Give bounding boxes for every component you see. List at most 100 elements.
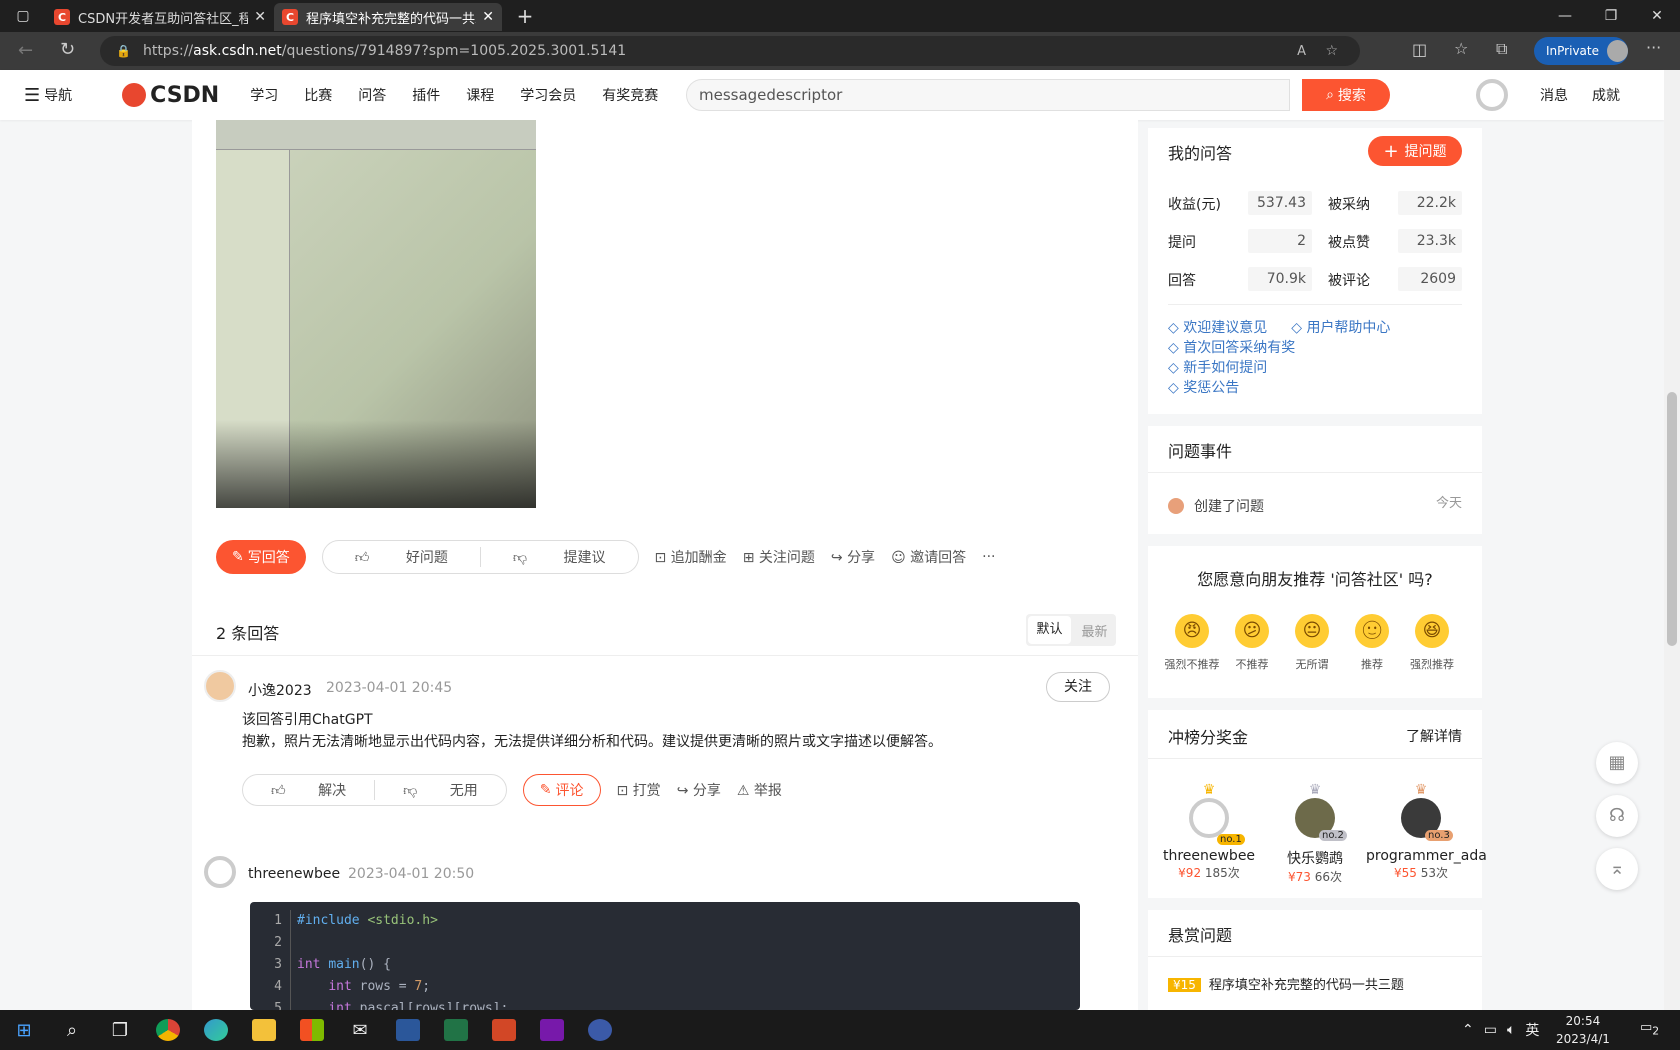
close-tab-icon[interactable]: ✕ [482, 9, 494, 25]
emotion-label: 不推荐 [1235, 658, 1269, 671]
search-icon[interactable]: ⌕ [48, 1010, 96, 1050]
onenote-icon[interactable] [528, 1010, 576, 1050]
qrcode-button[interactable]: ▦ [1596, 742, 1638, 784]
answer-user[interactable]: threenewbee [248, 866, 340, 882]
useless-button[interactable]: 👎︎ 无用 [374, 780, 506, 800]
help-link-how-to-ask[interactable]: ◇ 新手如何提问 [1168, 358, 1390, 378]
bounty-question-item[interactable]: ¥15 程序填空补充完整的代码一共三题 [1168, 974, 1404, 993]
inprivate-badge[interactable]: InPrivate [1534, 37, 1628, 65]
back-to-top-button[interactable]: ⌅ [1596, 848, 1638, 890]
write-answer-button[interactable]: ✎ 写回答 [216, 540, 306, 574]
emotion-not[interactable]: 😕︎ 不推荐 [1222, 614, 1282, 672]
report-button[interactable]: ⚠ 举报 [737, 780, 782, 800]
event-time: 今天 [1435, 496, 1462, 511]
answer-user[interactable]: 小逸2023 [248, 680, 312, 700]
excel-icon[interactable] [432, 1010, 480, 1050]
clock[interactable]: 20:54 2023/4/1 [1556, 1012, 1610, 1048]
search-button[interactable]: ⌕ 搜索 [1302, 79, 1390, 111]
close-tab-icon[interactable]: ✕ [254, 9, 266, 25]
emotion-neutral[interactable]: 😐︎ 无所谓 [1282, 614, 1342, 672]
csdn-logo[interactable]: CSDN [122, 83, 219, 108]
help-link-announce[interactable]: ◇ 奖惩公告 [1168, 378, 1390, 398]
solve-button[interactable]: 👍︎ 解决 [243, 780, 374, 800]
emotion-recommend[interactable]: 🙂︎ 推荐 [1342, 614, 1402, 672]
sort-default[interactable]: 默认 [1028, 616, 1071, 644]
search-input[interactable]: messagedescriptor [686, 79, 1290, 111]
settings-more-icon[interactable]: ··· [1646, 38, 1661, 57]
powerpoint-icon[interactable] [480, 1010, 528, 1050]
nav-link-qa[interactable]: 问答 [358, 85, 386, 105]
collections-icon[interactable]: ⧉ [1496, 39, 1507, 59]
code-block[interactable]: 1 2 3 4 5 #include <stdio.h> int main() … [250, 902, 1080, 1010]
follow-user-button[interactable]: 关注 [1046, 672, 1110, 702]
share-button[interactable]: ↪ 分享 [677, 780, 721, 800]
add-bounty-button[interactable]: ⊡ 追加酬金 [655, 547, 727, 567]
refresh-icon[interactable]: ↻ [60, 39, 75, 60]
browser-tab-1[interactable]: C CSDN开发者互助问答社区_程序员 ✕ [46, 3, 274, 31]
nav-link-learn[interactable]: 学习 [250, 85, 278, 105]
maximize-icon[interactable]: ❐ [1588, 8, 1634, 24]
question-actions: ✎ 写回答 👍︎ 好问题 👎︎ 提建议 ⊡ 追加酬金 ⊞ 关注问题 ↪ 分享 ☺ … [216, 540, 995, 574]
app-icon[interactable] [576, 1010, 624, 1050]
nav-link-vip[interactable]: 学习会员 [520, 85, 576, 105]
close-window-icon[interactable]: ✕ [1634, 8, 1680, 24]
rank-name: 快乐鹦鹉 [1287, 851, 1343, 867]
ask-question-button[interactable]: + 提问题 [1368, 136, 1462, 166]
nav-link-course[interactable]: 课程 [466, 85, 494, 105]
scrollbar-thumb[interactable] [1667, 392, 1677, 646]
comment-button[interactable]: ✎ 评论 [522, 774, 601, 806]
question-photo[interactable] [216, 120, 536, 508]
chevron-up-icon[interactable]: ⌃ [1462, 1022, 1474, 1038]
file-explorer-icon[interactable] [240, 1010, 288, 1050]
nav-link-prize[interactable]: 有奖竞赛 [602, 85, 658, 105]
sort-latest[interactable]: 最新 [1073, 621, 1116, 640]
ranking-more-link[interactable]: 了解详情 [1406, 726, 1462, 746]
nav-menu-button[interactable]: ☰ 导航 [24, 85, 72, 106]
read-aloud-icon[interactable]: A [1297, 44, 1306, 59]
avatar[interactable] [204, 856, 236, 888]
emotion-strongly-not[interactable]: 😠︎ 强烈不推荐 [1162, 614, 1222, 672]
browser-tab-2[interactable]: C 程序填空补充完整的代码一共三题 ✕ [274, 3, 502, 31]
page-scrollbar[interactable] [1664, 70, 1680, 1010]
help-link-center[interactable]: ◇ 用户帮助中心 [1291, 320, 1390, 336]
follow-question-button[interactable]: ⊞ 关注问题 [743, 547, 815, 567]
edge-icon[interactable] [192, 1010, 240, 1050]
more-actions-icon[interactable]: ··· [982, 549, 995, 565]
chrome-icon[interactable] [144, 1010, 192, 1050]
ime-indicator[interactable]: 英 [1525, 1020, 1539, 1040]
store-icon[interactable] [288, 1010, 336, 1050]
word-icon[interactable] [384, 1010, 432, 1050]
customer-service-button[interactable]: ☊ [1596, 795, 1638, 837]
user-avatar[interactable] [1476, 79, 1508, 111]
nav-link-plugin[interactable]: 插件 [412, 85, 440, 105]
notification-button[interactable]: ▭2 [1640, 1020, 1659, 1038]
suggest-button[interactable]: 👎︎ 提建议 [479, 547, 638, 567]
nav-achievements[interactable]: 成就 [1592, 85, 1620, 105]
invite-button[interactable]: ☺ 邀请回答 [891, 547, 966, 567]
tip-button[interactable]: ⊡ 打赏 [617, 780, 661, 800]
emotion-strongly-recommend[interactable]: 😆︎ 强烈推荐 [1402, 614, 1462, 672]
help-link-first-answer[interactable]: ◇ 首次回答采纳有奖 [1168, 338, 1390, 358]
mail-icon[interactable]: ✉ [336, 1010, 384, 1050]
nav-link-contest[interactable]: 比赛 [304, 85, 332, 105]
volume-icon[interactable]: 🔈︎ [1507, 1022, 1515, 1038]
rank-item-1[interactable]: ♛ no.1 threenewbee ¥92 185次 [1154, 782, 1264, 881]
nav-messages[interactable]: 消息 [1540, 85, 1568, 105]
avatar[interactable] [204, 670, 236, 702]
share-button[interactable]: ↪ 分享 [831, 547, 875, 567]
task-view-icon[interactable]: ❐ [96, 1010, 144, 1050]
split-screen-icon[interactable]: ◫ [1412, 40, 1427, 59]
favorites-icon[interactable]: ☆ [1454, 39, 1468, 58]
url-field[interactable]: 🔒 https://ask.csdn.net/questions/7914897… [100, 36, 1360, 66]
back-icon[interactable]: ← [18, 40, 33, 61]
windows-start-icon[interactable]: ⊞ [0, 1010, 48, 1050]
tab-actions-icon[interactable]: ▢ [0, 8, 46, 24]
good-question-button[interactable]: 👍︎ 好问题 [323, 547, 480, 567]
rank-item-2[interactable]: ♛ no.2 快乐鹦鹉 ¥73 66次 [1260, 782, 1370, 885]
help-link-suggest[interactable]: ◇ 欢迎建议意见 [1168, 320, 1267, 336]
new-tab-icon[interactable]: + [502, 4, 548, 28]
favorite-add-icon[interactable]: ☆ [1325, 43, 1338, 59]
rank-item-3[interactable]: ♛ no.3 programmer_ada ¥55 53次 [1366, 782, 1487, 881]
network-icon[interactable]: ▭ [1484, 1022, 1497, 1038]
minimize-icon[interactable]: — [1542, 8, 1588, 24]
